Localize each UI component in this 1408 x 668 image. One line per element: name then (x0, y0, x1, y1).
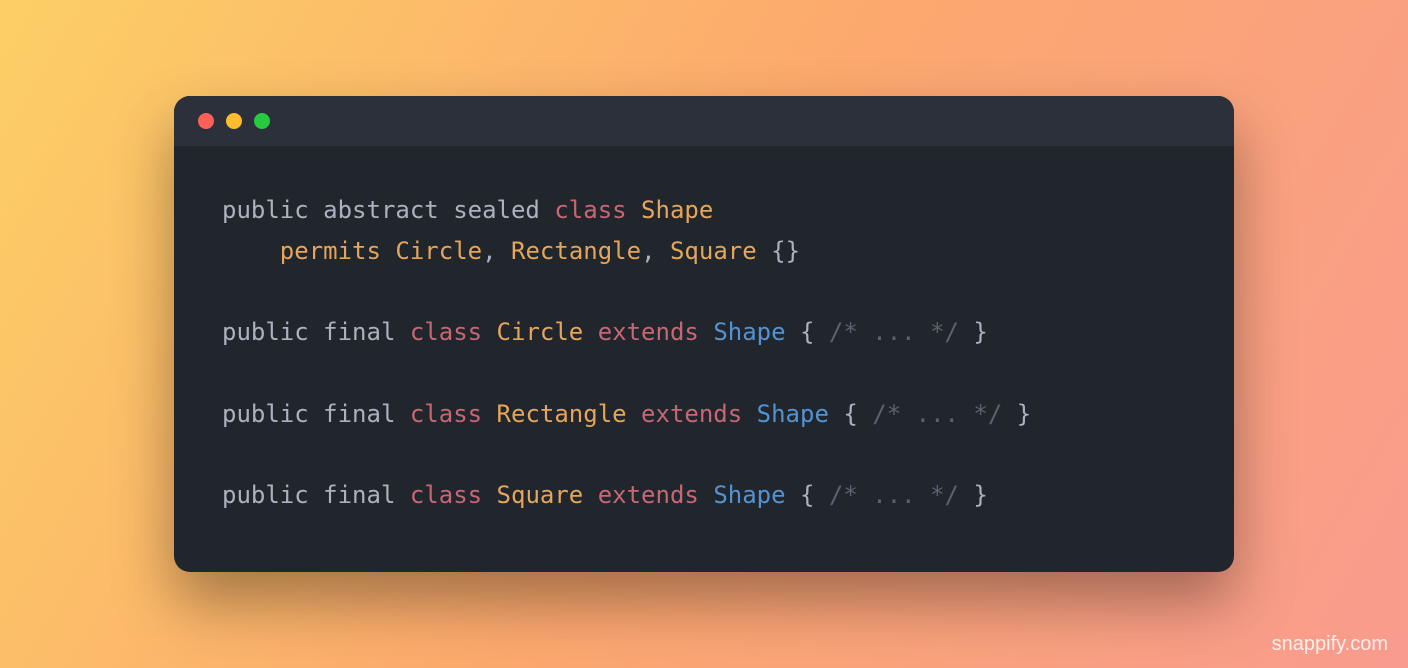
code-line (222, 271, 1186, 312)
code-token: Shape (713, 318, 785, 346)
code-token: class (410, 481, 482, 509)
code-token: Shape (757, 400, 829, 428)
code-token: extends (598, 481, 699, 509)
code-token: Shape (641, 196, 713, 224)
code-token: Rectangle (511, 237, 641, 265)
code-line: public final class Circle extends Shape … (222, 312, 1186, 353)
code-token (222, 237, 280, 265)
code-token (482, 481, 496, 509)
code-line: public final class Square extends Shape … (222, 475, 1186, 516)
zoom-icon[interactable] (254, 113, 270, 129)
code-token: public final (222, 318, 410, 346)
code-token (583, 481, 597, 509)
code-token: Circle (395, 237, 482, 265)
code-token: /* ... */ (829, 318, 959, 346)
code-token (699, 481, 713, 509)
code-token: class (410, 400, 482, 428)
code-token (381, 237, 395, 265)
watermark: snappify.com (1272, 633, 1388, 656)
close-icon[interactable] (198, 113, 214, 129)
code-token: extends (641, 400, 742, 428)
code-token (627, 196, 641, 224)
code-token: public abstract sealed (222, 196, 554, 224)
code-token: { (786, 318, 829, 346)
code-token: { (786, 481, 829, 509)
code-token: extends (598, 318, 699, 346)
code-token: Circle (497, 318, 584, 346)
code-token: /* ... */ (829, 481, 959, 509)
code-line: permits Circle, Rectangle, Square {} (222, 231, 1186, 272)
code-token (583, 318, 597, 346)
code-token: , (482, 237, 511, 265)
code-token (627, 400, 641, 428)
code-window: public abstract sealed class Shape permi… (174, 96, 1234, 572)
code-token: Shape (713, 481, 785, 509)
code-line (222, 435, 1186, 476)
code-line (222, 353, 1186, 394)
code-token: class (554, 196, 626, 224)
code-line: public abstract sealed class Shape (222, 190, 1186, 231)
minimize-icon[interactable] (226, 113, 242, 129)
code-token: public final (222, 400, 410, 428)
code-token: Rectangle (497, 400, 627, 428)
code-token: class (410, 318, 482, 346)
code-token (482, 318, 496, 346)
code-token: } (959, 481, 988, 509)
code-token (482, 400, 496, 428)
code-token: { (829, 400, 872, 428)
code-token: } (959, 318, 988, 346)
code-token (699, 318, 713, 346)
code-token: Square (670, 237, 757, 265)
code-token: permits (280, 237, 381, 265)
code-block: public abstract sealed class Shape permi… (174, 146, 1234, 572)
code-token: {} (757, 237, 800, 265)
code-token: , (641, 237, 670, 265)
code-token: public final (222, 481, 410, 509)
code-token: /* ... */ (872, 400, 1002, 428)
code-token (742, 400, 756, 428)
code-token: } (1002, 400, 1031, 428)
code-token: Square (497, 481, 584, 509)
window-titlebar (174, 96, 1234, 146)
code-line: public final class Rectangle extends Sha… (222, 394, 1186, 435)
